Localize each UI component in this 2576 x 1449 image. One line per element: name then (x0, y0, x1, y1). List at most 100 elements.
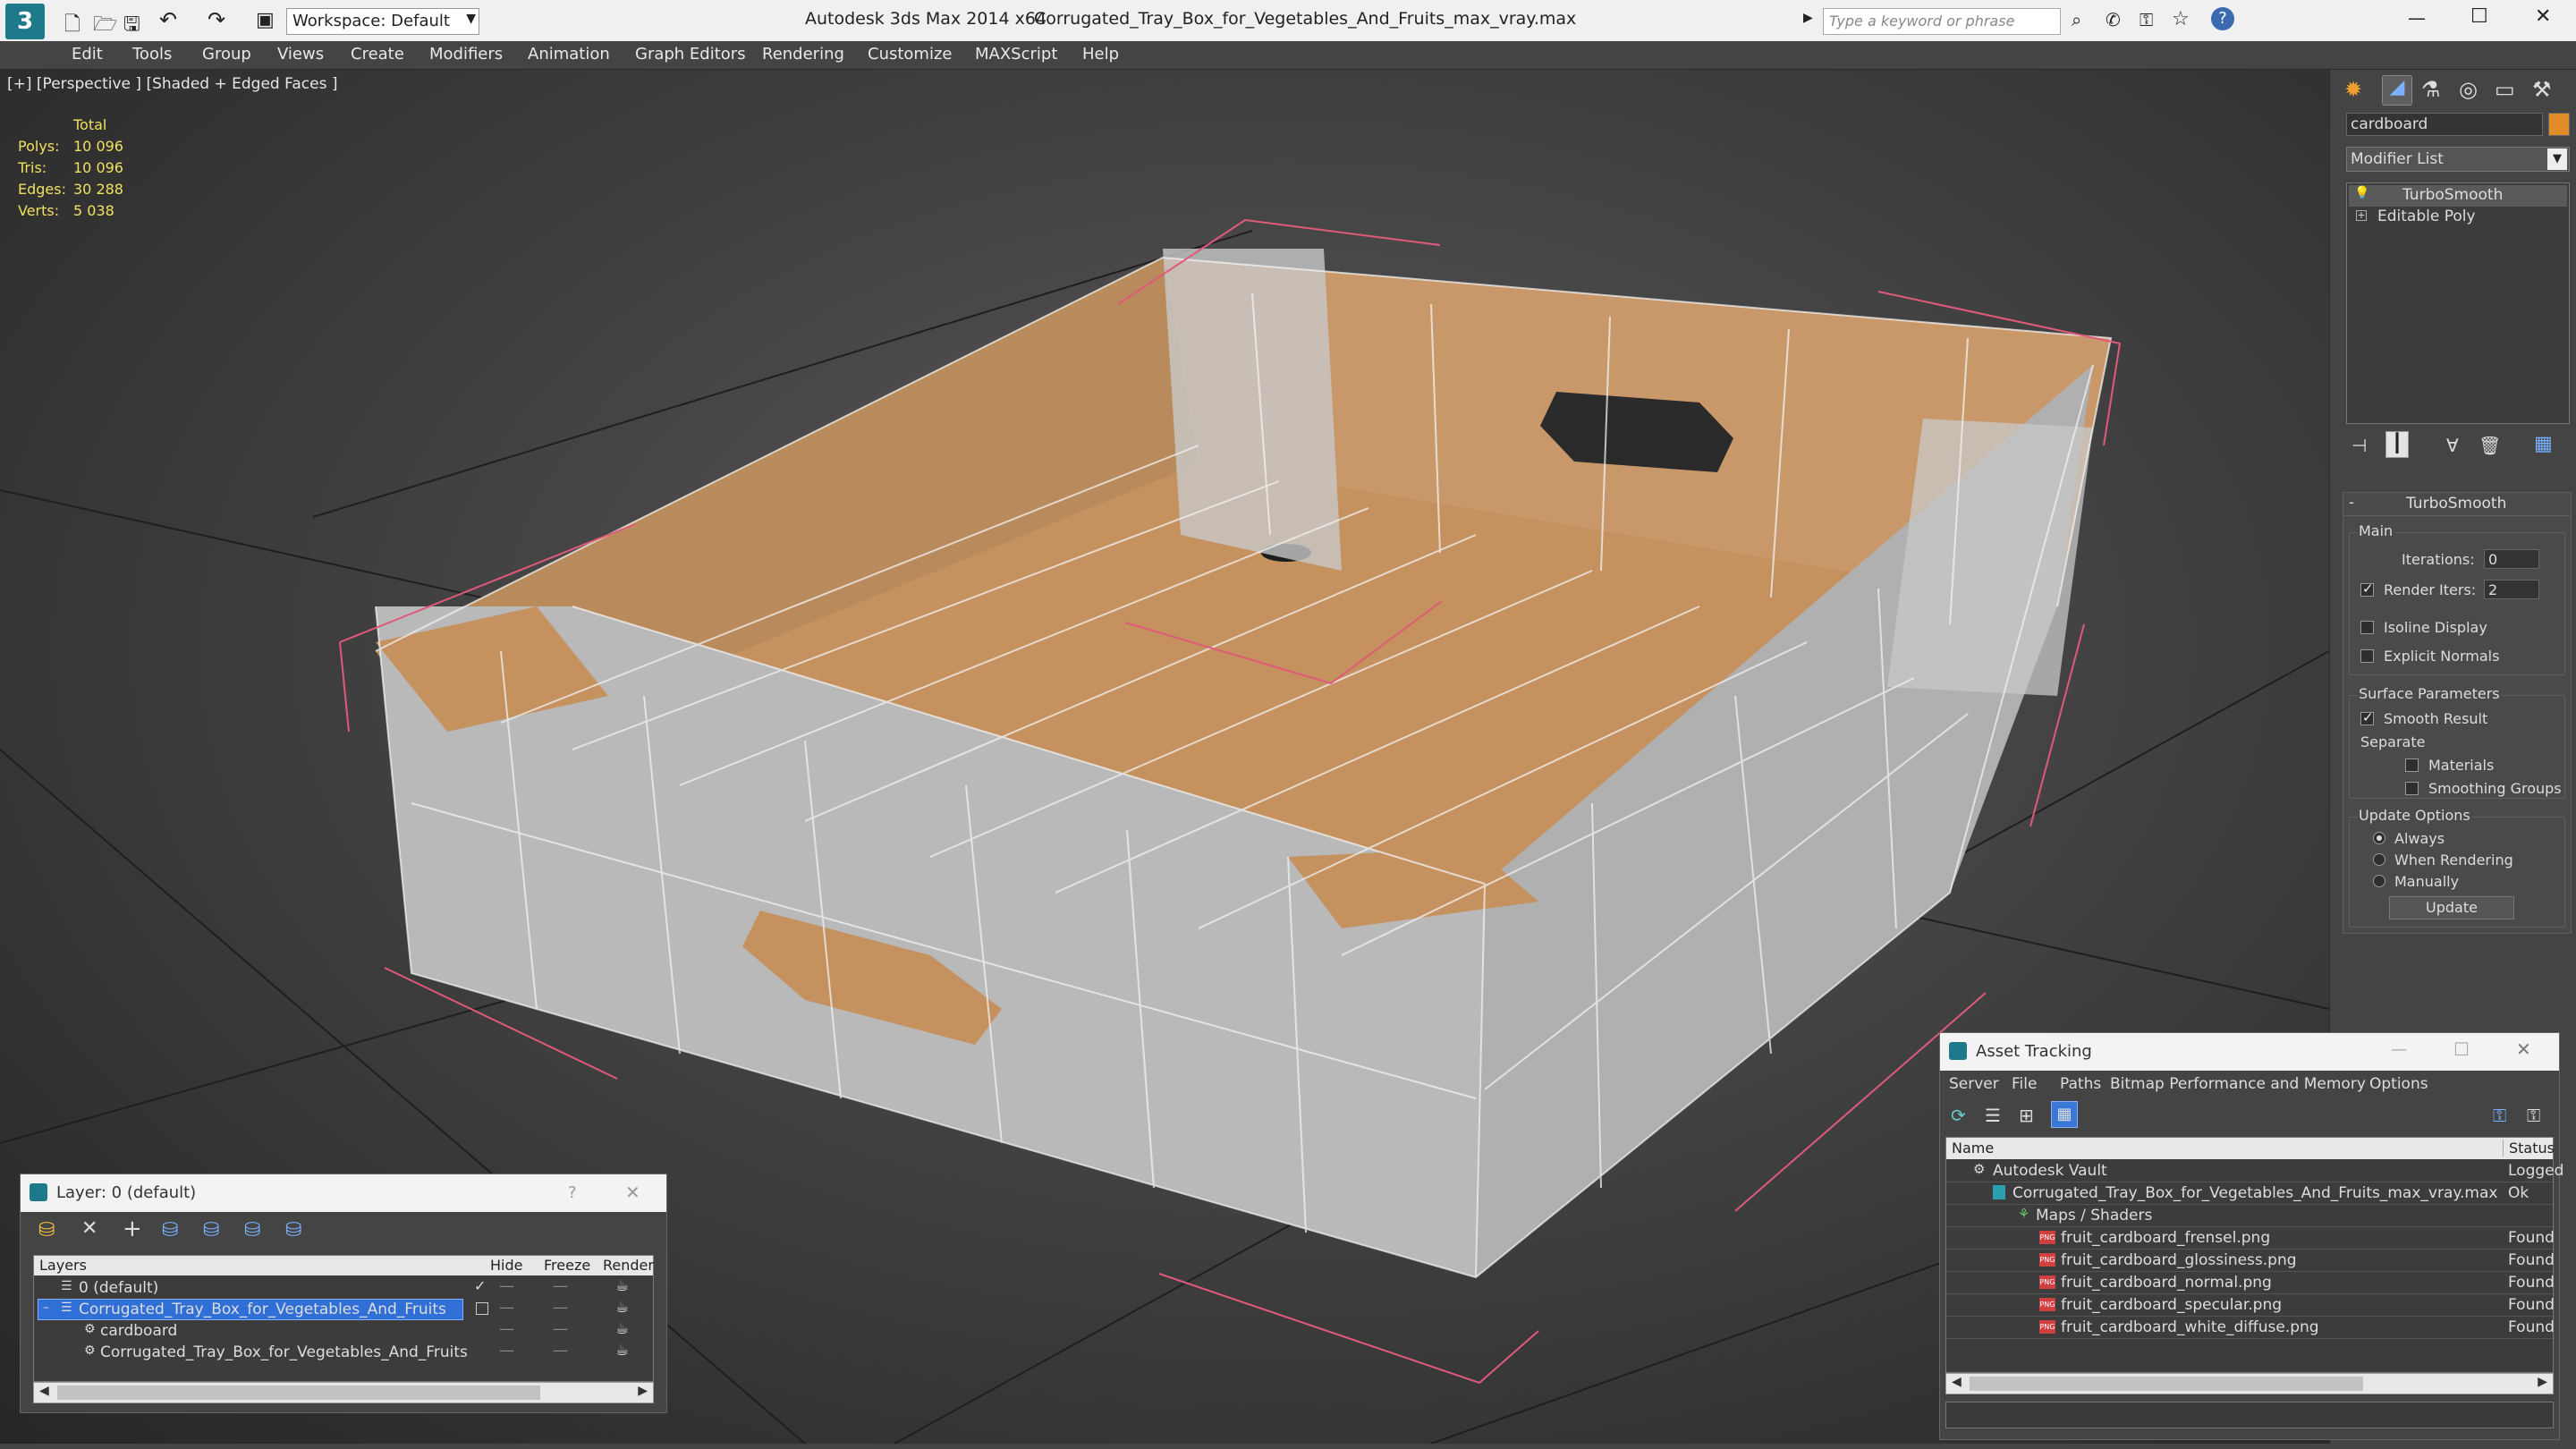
render-teapot-icon[interactable]: ☕ (615, 1277, 629, 1295)
freeze-toggle[interactable]: — (553, 1320, 568, 1338)
undo-icon[interactable]: ↶ (159, 7, 177, 32)
smooth-result-checkbox[interactable] (2360, 709, 2374, 725)
set-current-layer-icon[interactable]: ⛁ (244, 1219, 260, 1241)
asset-menu-file[interactable]: File (2012, 1075, 2037, 1093)
update-manually-radio[interactable] (2373, 875, 2385, 887)
menu-views[interactable]: Views (277, 45, 324, 64)
menu-maxscript[interactable]: MAXScript (975, 45, 1057, 64)
asset-row-bitmap[interactable]: PNG fruit_cardboard_glossiness.png Found (1946, 1250, 2555, 1272)
help-icon[interactable]: ? (2211, 7, 2234, 30)
col-hide[interactable]: Hide (490, 1257, 522, 1274)
refresh-icon[interactable]: ⟳ (1951, 1105, 1966, 1126)
freeze-toggle[interactable]: — (553, 1342, 568, 1360)
object-name-field[interactable]: cardboard (2346, 113, 2543, 136)
light-bulb-icon[interactable]: 💡 (2354, 186, 2369, 200)
asset-menu-options[interactable]: Options (2369, 1075, 2428, 1093)
asset-row-max-file[interactable]: Corrugated_Tray_Box_for_Vegetables_And_F… (1946, 1183, 2553, 1205)
create-tab-icon[interactable]: ✹ (2344, 77, 2362, 102)
communication-center-icon[interactable]: ✆ (2106, 9, 2121, 30)
scroll-left-icon[interactable]: ◀ (1952, 1375, 1962, 1389)
scroll-right-icon[interactable]: ▶ (2538, 1375, 2547, 1389)
thumbnail-view-icon[interactable]: ⊞ (2019, 1105, 2034, 1126)
asset-help-icon[interactable]: ⚿ (2527, 1105, 2540, 1126)
delete-layer-icon[interactable]: ✕ (81, 1217, 97, 1240)
search-toggle-icon[interactable]: ▶ (1803, 11, 1813, 25)
workspace-dropdown[interactable]: Workspace: Default ▼ (286, 8, 479, 35)
search-input[interactable]: Type a keyword or phrase (1823, 8, 2061, 35)
menu-group[interactable]: Group (202, 45, 251, 64)
hide-toggle[interactable]: — (499, 1277, 514, 1295)
hierarchy-tab-icon[interactable]: ⚗ (2421, 77, 2441, 102)
configure-sets-icon[interactable]: ▦ (2534, 433, 2553, 455)
add-to-layer-icon[interactable]: + (123, 1216, 142, 1242)
hide-toggle[interactable]: — (499, 1320, 514, 1338)
menu-edit[interactable]: Edit (72, 45, 103, 64)
expand-minus-icon[interactable]: – (43, 1301, 49, 1315)
open-file-icon[interactable]: 🗁 (93, 9, 117, 43)
stack-item-turbosmooth[interactable]: 💡 TurboSmooth (2349, 185, 2567, 207)
new-file-icon[interactable]: 🗋 (64, 9, 80, 43)
app-logo-icon[interactable]: 3 (5, 4, 45, 39)
freeze-toggle[interactable]: — (553, 1299, 568, 1317)
layer-row[interactable]: ☰ 0 (default) ✓ — — ☕ (34, 1277, 653, 1301)
asset-window-titlebar[interactable]: Asset Tracking — ☐ ✕ (1940, 1033, 2559, 1071)
hide-toggle[interactable]: — (499, 1342, 514, 1360)
scroll-right-icon[interactable]: ▶ (638, 1384, 648, 1398)
render-iters-checkbox[interactable] (2360, 580, 2374, 597)
expand-plus-icon[interactable]: + (2356, 210, 2367, 221)
create-layer-icon[interactable]: ⛁ (38, 1219, 55, 1241)
update-always-radio[interactable] (2373, 832, 2385, 844)
asset-row-bitmap[interactable]: PNG fruit_cardboard_normal.png Found (1946, 1273, 2555, 1294)
menu-help[interactable]: Help (1082, 45, 1119, 64)
table-view-icon[interactable]: ▦ (2051, 1101, 2078, 1128)
asset-row-vault[interactable]: ⚙ Autodesk Vault Logged (1946, 1161, 2563, 1182)
menu-animation[interactable]: Animation (528, 45, 610, 64)
object-color-swatch[interactable] (2548, 113, 2570, 136)
modifier-list-dropdown[interactable]: Modifier List ▼ (2346, 147, 2570, 172)
subscription-icon[interactable]: ⚿ (2140, 9, 2153, 30)
minimize-button[interactable]: — (2408, 7, 2426, 29)
favorites-star-icon[interactable]: ☆ (2172, 8, 2190, 30)
asset-maximize-button[interactable]: ☐ (2453, 1038, 2470, 1060)
save-file-icon[interactable]: 🖫 (123, 9, 140, 43)
smoothing-groups-checkbox[interactable] (2405, 782, 2419, 795)
display-tab-icon[interactable]: ▭ (2495, 77, 2515, 102)
redo-icon[interactable]: ↷ (208, 7, 225, 32)
asset-row-maps-folder[interactable]: ⚘ Maps / Shaders (1946, 1206, 2553, 1227)
asset-row-bitmap[interactable]: PNG fruit_cardboard_frensel.png Found (1946, 1228, 2555, 1250)
maximize-button[interactable]: ☐ (2470, 5, 2488, 28)
make-unique-icon[interactable]: ∀ (2446, 435, 2459, 456)
col-render[interactable]: Render (603, 1257, 654, 1274)
current-layer-box-icon[interactable] (476, 1302, 488, 1315)
layer-horizontal-scrollbar[interactable]: ◀ ▶ (33, 1382, 654, 1403)
explicit-normals-checkbox[interactable] (2360, 649, 2374, 663)
menu-customize[interactable]: Customize (868, 45, 952, 64)
asset-menu-server[interactable]: Server (1949, 1075, 1999, 1093)
close-button[interactable]: ✕ (2535, 5, 2551, 28)
list-view-icon[interactable]: ☰ (1985, 1105, 2001, 1126)
menu-tools[interactable]: Tools (132, 45, 172, 64)
iterations-spinner[interactable]: 0 (2484, 549, 2539, 569)
vault-help-icon[interactable]: ⚿ (2493, 1105, 2506, 1126)
isoline-display-checkbox[interactable] (2360, 621, 2374, 634)
scroll-left-icon[interactable]: ◀ (39, 1384, 49, 1398)
project-folder-icon[interactable]: ▣ (256, 9, 275, 31)
scroll-thumb[interactable] (1970, 1377, 2363, 1391)
update-when-rendering-radio[interactable] (2373, 853, 2385, 866)
asset-row-bitmap[interactable]: PNG fruit_cardboard_specular.png Found (1946, 1295, 2555, 1317)
materials-checkbox[interactable] (2405, 758, 2419, 772)
asset-path-field[interactable] (1945, 1402, 2554, 1428)
remove-modifier-icon[interactable]: 🗑 (2479, 435, 2501, 456)
asset-horizontal-scrollbar[interactable]: ◀ ▶ (1945, 1373, 2554, 1394)
menu-rendering[interactable]: Rendering (762, 45, 844, 64)
col-name[interactable]: Name (1952, 1140, 1994, 1157)
render-iters-spinner[interactable]: 2 (2484, 580, 2539, 599)
pin-stack-icon[interactable]: ⊣ (2351, 435, 2367, 456)
asset-menu-bitmap[interactable]: Bitmap Performance and Memory (2110, 1075, 2366, 1093)
layer-object-row[interactable]: ⚙ cardboard — — ☕ (34, 1320, 653, 1343)
utilities-tab-icon[interactable]: ⚒ (2532, 77, 2552, 102)
render-teapot-icon[interactable]: ☕ (615, 1342, 629, 1360)
render-teapot-icon[interactable]: ☕ (615, 1299, 629, 1317)
select-layer-icon[interactable]: ⛁ (203, 1219, 219, 1241)
stack-item-editable-poly[interactable]: + Editable Poly (2349, 207, 2567, 228)
